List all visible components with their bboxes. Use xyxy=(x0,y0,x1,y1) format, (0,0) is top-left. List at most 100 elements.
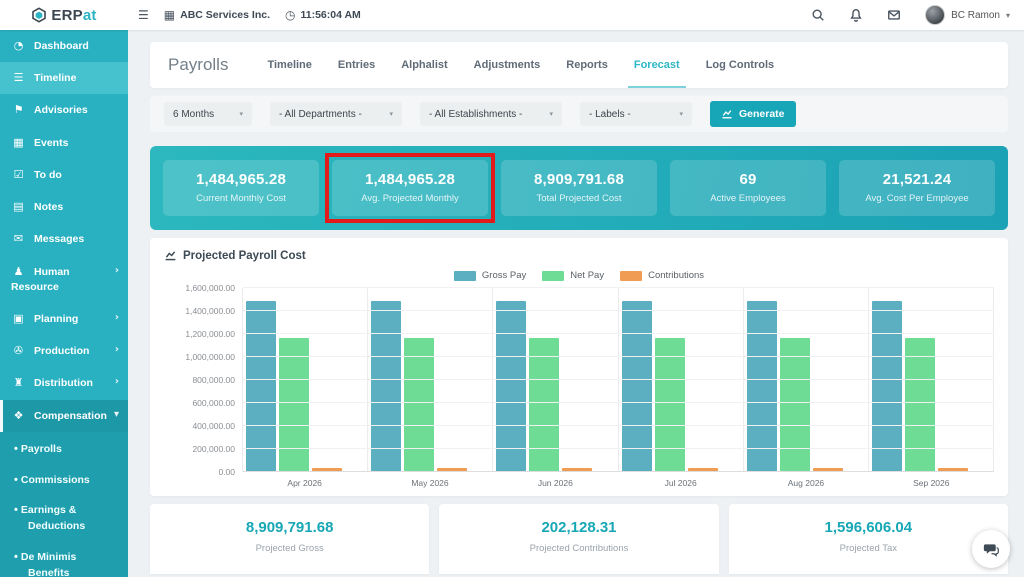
user-menu-caret-icon: ▾ xyxy=(1005,10,1010,20)
sidebar-nav: ◔ Dashboard ☰ Timeline ⚑ Advisories ▦ Events ☑ To… xyxy=(0,30,128,577)
sidebar-toggle-icon[interactable]: ☰ xyxy=(138,9,149,21)
company-selector[interactable]: ▦ ABC Services Inc. xyxy=(164,9,270,21)
sidebar-item-distribution[interactable]: ♜ Distribution › xyxy=(0,367,128,399)
filter-select-labels[interactable]: - Labels - ▾ xyxy=(580,102,692,126)
tab-forecast[interactable]: Forecast xyxy=(627,42,686,88)
gross-pay-bar xyxy=(246,301,276,472)
chart-line-icon xyxy=(722,110,732,119)
stat-label: Avg. Projected Monthly xyxy=(361,193,459,204)
bar-group-apr-2026 xyxy=(243,288,369,472)
chevron-right-icon: › xyxy=(114,264,119,276)
bar-groups xyxy=(243,288,995,472)
tab-alphalist[interactable]: Alphalist xyxy=(401,42,447,88)
sidebar-item-advisories[interactable]: ⚑ Advisories xyxy=(0,94,128,126)
y-axis-tick-label: 1,400,000.00 xyxy=(185,306,235,316)
sidebar-item-label: Timeline xyxy=(34,72,77,85)
search-icon[interactable] xyxy=(811,8,825,22)
stats-banner: 1,484,965.28 Current Monthly Cost 1,484,96… xyxy=(150,146,1008,230)
advisories-icon: ⚑ xyxy=(13,103,24,117)
y-axis-tick-label: 1,600,000.00 xyxy=(185,283,235,293)
legend-label: Gross Pay xyxy=(481,270,527,281)
chart-title: Projected Payroll Cost xyxy=(164,249,994,262)
sidebar-item-label: Notes xyxy=(34,201,64,214)
bar-group-may-2026 xyxy=(368,288,494,472)
sidebar-subitem-de-minimis-benefits[interactable]: De Minimis Benefits xyxy=(0,542,128,577)
sidebar-item-planning[interactable]: ▣ Planning › xyxy=(0,303,128,335)
sidebar-item-production[interactable]: ✇ Production › xyxy=(0,335,128,367)
logo-text: ERPat xyxy=(51,6,97,24)
chat-bubbles-icon xyxy=(983,543,999,557)
filter-select-all-establishments[interactable]: - All Establishments - ▾ xyxy=(420,102,562,126)
app-logo[interactable]: ERPat xyxy=(0,7,128,24)
tab-adjustments[interactable]: Adjustments xyxy=(474,42,541,88)
filter-select-value: 6 Months xyxy=(173,108,215,120)
summary-value: 1,596,606.04 xyxy=(824,519,913,536)
sidebar-item-timeline[interactable]: ☰ Timeline xyxy=(0,62,128,95)
chat-button[interactable] xyxy=(972,530,1010,568)
tab-reports[interactable]: Reports xyxy=(566,42,608,88)
filter-select-6-months[interactable]: 6 Months ▾ xyxy=(164,102,252,126)
sidebar-subitem-payrolls[interactable]: Payrolls xyxy=(0,434,128,465)
gross-pay-bar xyxy=(371,301,402,472)
planning-icon: ▣ xyxy=(13,311,24,325)
summary-card-projected-gross: 8,909,791.68 Projected Gross xyxy=(150,504,430,574)
x-axis-label-apr-2026: Apr 2026 xyxy=(287,478,322,488)
compensation-icon: ❖ xyxy=(13,408,24,422)
stat-card-current-monthly-cost: 1,484,965.28 Current Monthly Cost xyxy=(163,160,319,216)
tab-entries[interactable]: Entries xyxy=(338,42,375,88)
main-content: Payrolls Timeline Entries Alphalist Adjustm… xyxy=(128,30,1024,577)
gross-pay-bar xyxy=(496,301,527,472)
sidebar-item-notes[interactable]: ▤ Notes xyxy=(0,191,128,223)
stat-value: 8,909,791.68 xyxy=(534,171,624,188)
select-caret-icon: ▾ xyxy=(389,110,393,118)
user-menu[interactable]: BC Ramon ▾ xyxy=(925,5,1010,25)
summary-value: 8,909,791.68 xyxy=(245,519,334,536)
tab-timeline[interactable]: Timeline xyxy=(267,42,311,88)
gridline: 0.00 xyxy=(218,467,994,477)
y-axis-tick-label: 600,000.00 xyxy=(192,398,235,408)
net-pay-bar xyxy=(529,338,560,472)
generate-button[interactable]: Generate xyxy=(710,101,796,127)
server-time: ◷ 11:56:04 AM xyxy=(285,9,361,21)
stat-label: Active Employees xyxy=(710,193,786,204)
y-axis-tick-label: 400,000.00 xyxy=(192,421,235,431)
sidebar-item-to-do[interactable]: ☑ To do xyxy=(0,159,128,191)
todo-icon: ☑ xyxy=(13,167,24,181)
filter-select-all-departments[interactable]: - All Departments - ▾ xyxy=(270,102,402,126)
gridline: 800,000.00 xyxy=(192,375,994,385)
filter-select-value: - All Departments - xyxy=(279,108,362,120)
sidebar-subitem-earnings-deductions[interactable]: Earnings & Deductions xyxy=(0,495,128,542)
clock-icon: ◷ xyxy=(285,8,296,22)
gross-pay-bar xyxy=(621,301,652,472)
sidebar-item-compensation[interactable]: ❖ Compensation ▾ xyxy=(0,399,128,432)
sidebar-subitem-commissions[interactable]: Commissions xyxy=(0,465,128,496)
y-axis-tick-label: 800,000.00 xyxy=(192,375,235,385)
filter-select-value: - All Establishments - xyxy=(429,108,523,120)
net-pay-bar xyxy=(404,338,435,472)
sidebar-item-label: Production xyxy=(34,345,90,358)
legend-label: Net Pay xyxy=(570,270,605,281)
timeline-icon: ☰ xyxy=(13,71,24,85)
notifications-bell-icon[interactable] xyxy=(849,8,863,22)
summary-label: Projected Gross xyxy=(255,543,324,554)
chart-card: Projected Payroll Cost Gross Pay Net Pay C… xyxy=(150,238,1008,496)
legend-swatch xyxy=(620,270,643,281)
sidebar-item-messages[interactable]: ✉ Messages xyxy=(0,223,128,255)
y-axis-tick-label: 1,000,000.00 xyxy=(185,352,235,362)
stat-value: 1,484,965.28 xyxy=(196,171,286,188)
tab-log-controls[interactable]: Log Controls xyxy=(706,42,774,88)
messages-envelope-icon[interactable] xyxy=(887,8,901,22)
sidebar-item-label: To do xyxy=(34,168,62,181)
y-axis-tick-label: 0.00 xyxy=(218,467,235,477)
company-name: ABC Services Inc. xyxy=(180,9,270,21)
sidebar-item-dashboard[interactable]: ◔ Dashboard xyxy=(0,30,128,62)
net-pay-bar xyxy=(279,338,309,472)
sidebar-item-events[interactable]: ▦ Events xyxy=(0,127,128,159)
summary-card-projected-contributions: 202,128.31 Projected Contributions xyxy=(439,504,719,574)
sidebar-item-human-resource[interactable]: ♟ Human Resource › xyxy=(0,256,128,303)
summary-cards-row: 8,909,791.68 Projected Gross 202,128.31 Pro… xyxy=(150,504,1008,574)
legend-item-gross-pay: Gross Pay xyxy=(453,270,527,281)
user-name: BC Ramon xyxy=(951,9,1000,21)
net-pay-bar xyxy=(654,338,685,472)
logo-cube-icon xyxy=(32,7,47,23)
